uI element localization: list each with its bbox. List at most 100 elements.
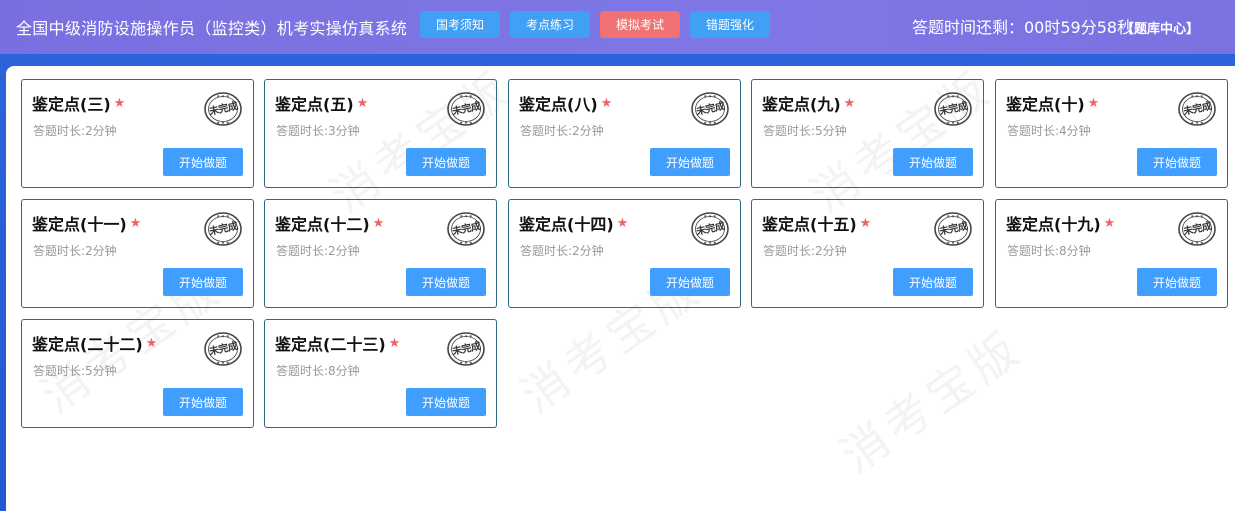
incomplete-stamp-icon: ★ ★ ★ ★ ★ ★ 未完成 (1177, 91, 1217, 127)
card-title-text: 鉴定点(十五) (762, 215, 857, 234)
card-duration: 答题时长:2分钟 (520, 124, 604, 138)
practice-button[interactable]: 考点练习 (510, 11, 590, 38)
card-title: 鉴定点(二十三) ★ (275, 331, 400, 355)
exam-point-card: 鉴定点(十) ★ 答题时长:4分钟 ★ ★ ★ ★ ★ ★ 未完成 开始做题 (995, 79, 1228, 188)
card-title-text: 鉴定点(十二) (275, 215, 370, 234)
exam-point-card: 鉴定点(三) ★ 答题时长:2分钟 ★ ★ ★ ★ ★ ★ 未完成 开始做题 (21, 79, 254, 188)
svg-text:★ ★ ★: ★ ★ ★ (459, 120, 473, 125)
exam-point-card: 鉴定点(十一) ★ 答题时长:2分钟 ★ ★ ★ ★ ★ ★ 未完成 开始做题 (21, 199, 254, 308)
card-title: 鉴定点(二十二) ★ (32, 331, 157, 355)
mock-exam-button[interactable]: 模拟考试 (600, 11, 680, 38)
svg-text:★ ★ ★: ★ ★ ★ (946, 120, 960, 125)
start-answering-button[interactable]: 开始做题 (893, 148, 973, 176)
question-bank-link[interactable]: 【题库中心】 (1121, 18, 1199, 37)
card-duration: 答题时长:2分钟 (763, 244, 847, 258)
exam-point-card: 鉴定点(十五) ★ 答题时长:2分钟 ★ ★ ★ ★ ★ ★ 未完成 开始做题 (751, 199, 984, 308)
incomplete-stamp-icon: ★ ★ ★ ★ ★ ★ 未完成 (203, 211, 243, 247)
start-answering-button[interactable]: 开始做题 (650, 268, 730, 296)
start-answering-button[interactable]: 开始做题 (1137, 268, 1217, 296)
card-title-text: 鉴定点(五) (275, 95, 354, 114)
star-icon: ★ (843, 95, 856, 111)
incomplete-stamp-icon: ★ ★ ★ ★ ★ ★ 未完成 (203, 91, 243, 127)
card-title: 鉴定点(十九) ★ (1006, 211, 1115, 235)
star-icon: ★ (388, 335, 401, 351)
star-icon: ★ (616, 215, 629, 231)
svg-text:★ ★ ★: ★ ★ ★ (216, 240, 230, 245)
exam-point-card: 鉴定点(十九) ★ 答题时长:8分钟 ★ ★ ★ ★ ★ ★ 未完成 开始做题 (995, 199, 1228, 308)
card-duration: 答题时长:2分钟 (33, 124, 117, 138)
exam-point-card: 鉴定点(九) ★ 答题时长:5分钟 ★ ★ ★ ★ ★ ★ 未完成 开始做题 (751, 79, 984, 188)
start-answering-button[interactable]: 开始做题 (163, 268, 243, 296)
star-icon: ★ (1087, 95, 1100, 111)
card-title-text: 鉴定点(十四) (519, 215, 614, 234)
card-title: 鉴定点(十) ★ (1006, 91, 1099, 115)
star-icon: ★ (859, 215, 872, 231)
start-answering-button[interactable]: 开始做题 (406, 388, 486, 416)
svg-text:★ ★ ★: ★ ★ ★ (216, 120, 230, 125)
svg-text:★ ★ ★: ★ ★ ★ (703, 240, 717, 245)
card-title: 鉴定点(十一) ★ (32, 211, 141, 235)
incomplete-stamp-icon: ★ ★ ★ ★ ★ ★ 未完成 (690, 211, 730, 247)
start-answering-button[interactable]: 开始做题 (163, 388, 243, 416)
incomplete-stamp-icon: ★ ★ ★ ★ ★ ★ 未完成 (1177, 211, 1217, 247)
svg-text:★ ★ ★: ★ ★ ★ (946, 240, 960, 245)
incomplete-stamp-icon: ★ ★ ★ ★ ★ ★ 未完成 (933, 91, 973, 127)
card-title-text: 鉴定点(八) (519, 95, 598, 114)
card-title: 鉴定点(十四) ★ (519, 211, 628, 235)
card-duration: 答题时长:3分钟 (276, 124, 360, 138)
card-duration: 答题时长:2分钟 (276, 244, 360, 258)
top-header: 全国中级消防设施操作员（监控类）机考实操仿真系统 国考须知 考点练习 模拟考试 … (0, 0, 1235, 54)
star-icon: ★ (600, 95, 613, 111)
star-icon: ★ (356, 95, 369, 111)
svg-text:★ ★ ★: ★ ★ ★ (459, 360, 473, 365)
card-title: 鉴定点(五) ★ (275, 91, 368, 115)
card-title: 鉴定点(十五) ★ (762, 211, 871, 235)
card-title-text: 鉴定点(十一) (32, 215, 127, 234)
start-answering-button[interactable]: 开始做题 (163, 148, 243, 176)
exam-point-card: 鉴定点(二十三) ★ 答题时长:8分钟 ★ ★ ★ ★ ★ ★ 未完成 开始做题 (264, 319, 497, 428)
star-icon: ★ (372, 215, 385, 231)
card-title-text: 鉴定点(二十三) (275, 335, 386, 354)
incomplete-stamp-icon: ★ ★ ★ ★ ★ ★ 未完成 (446, 91, 486, 127)
start-answering-button[interactable]: 开始做题 (406, 268, 486, 296)
incomplete-stamp-icon: ★ ★ ★ ★ ★ ★ 未完成 (446, 331, 486, 367)
card-title-text: 鉴定点(十九) (1006, 215, 1101, 234)
incomplete-stamp-icon: ★ ★ ★ ★ ★ ★ 未完成 (933, 211, 973, 247)
svg-text:★ ★ ★: ★ ★ ★ (459, 240, 473, 245)
card-duration: 答题时长:2分钟 (33, 244, 117, 258)
start-answering-button[interactable]: 开始做题 (1137, 148, 1217, 176)
countdown-timer: 答题时间还剩：00时59分58秒 (912, 18, 1134, 37)
start-answering-button[interactable]: 开始做题 (406, 148, 486, 176)
watermark: 消考宝版 (831, 319, 1033, 484)
card-title: 鉴定点(九) ★ (762, 91, 855, 115)
start-answering-button[interactable]: 开始做题 (893, 268, 973, 296)
svg-text:★ ★ ★: ★ ★ ★ (1190, 240, 1204, 245)
card-title-text: 鉴定点(十) (1006, 95, 1085, 114)
exam-point-card: 鉴定点(十二) ★ 答题时长:2分钟 ★ ★ ★ ★ ★ ★ 未完成 开始做题 (264, 199, 497, 308)
card-duration: 答题时长:8分钟 (276, 364, 360, 378)
card-title-text: 鉴定点(九) (762, 95, 841, 114)
exam-point-card: 鉴定点(五) ★ 答题时长:3分钟 ★ ★ ★ ★ ★ ★ 未完成 开始做题 (264, 79, 497, 188)
star-icon: ★ (145, 335, 158, 351)
star-icon: ★ (113, 95, 126, 111)
mistake-review-button[interactable]: 错题强化 (690, 11, 770, 38)
incomplete-stamp-icon: ★ ★ ★ ★ ★ ★ 未完成 (690, 91, 730, 127)
card-title: 鉴定点(三) ★ (32, 91, 125, 115)
svg-text:★ ★ ★: ★ ★ ★ (703, 120, 717, 125)
svg-text:★ ★ ★: ★ ★ ★ (216, 360, 230, 365)
card-duration: 答题时长:5分钟 (33, 364, 117, 378)
card-duration: 答题时长:8分钟 (1007, 244, 1091, 258)
exam-point-card: 鉴定点(十四) ★ 答题时长:2分钟 ★ ★ ★ ★ ★ ★ 未完成 开始做题 (508, 199, 741, 308)
incomplete-stamp-icon: ★ ★ ★ ★ ★ ★ 未完成 (203, 331, 243, 367)
card-duration: 答题时长:4分钟 (1007, 124, 1091, 138)
card-title-text: 鉴定点(三) (32, 95, 111, 114)
app-title: 全国中级消防设施操作员（监控类）机考实操仿真系统 (16, 19, 408, 38)
svg-text:★ ★ ★: ★ ★ ★ (1190, 120, 1204, 125)
card-duration: 答题时长:2分钟 (520, 244, 604, 258)
exam-notice-button[interactable]: 国考须知 (420, 11, 500, 38)
start-answering-button[interactable]: 开始做题 (650, 148, 730, 176)
exam-point-card: 鉴定点(二十二) ★ 答题时长:5分钟 ★ ★ ★ ★ ★ ★ 未完成 开始做题 (21, 319, 254, 428)
card-duration: 答题时长:5分钟 (763, 124, 847, 138)
card-title: 鉴定点(八) ★ (519, 91, 612, 115)
exam-point-card: 鉴定点(八) ★ 答题时长:2分钟 ★ ★ ★ ★ ★ ★ 未完成 开始做题 (508, 79, 741, 188)
